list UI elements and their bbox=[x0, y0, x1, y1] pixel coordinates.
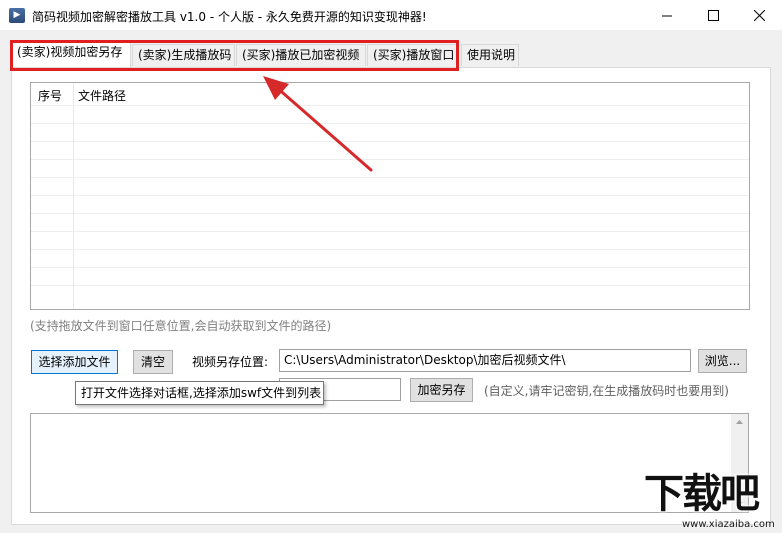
maximize-icon bbox=[708, 10, 719, 21]
annotation-arrow bbox=[263, 76, 373, 172]
minimize-button[interactable] bbox=[644, 0, 690, 31]
scroll-up-icon[interactable] bbox=[731, 414, 748, 431]
tab-help[interactable]: 使用说明 bbox=[461, 44, 519, 66]
column-header-index[interactable]: 序号 bbox=[38, 87, 62, 104]
watermark-logo: 下载吧 bbox=[644, 471, 760, 517]
password-hint: (自定义,请牢记密钥,在生成播放码时也要用到) bbox=[484, 384, 729, 398]
minimize-icon bbox=[662, 15, 672, 17]
watermark: 下载吧 www.xiazaiba.com bbox=[640, 470, 782, 533]
row-line bbox=[31, 123, 749, 124]
tab-encrypt-save[interactable]: (卖家)视频加密另存 bbox=[11, 40, 131, 67]
tab-generate-code[interactable]: (卖家)生成播放码 bbox=[132, 44, 235, 66]
app-icon: ▶ bbox=[9, 8, 25, 23]
title-bar: ▶ 简码视频加密解密播放工具 v1.0 - 个人版 - 永久免费开源的知识变现神… bbox=[0, 0, 782, 31]
tab-strip: (卖家)视频加密另存 (卖家)生成播放码 (买家)播放已加密视频 (买家)播放窗… bbox=[11, 40, 531, 68]
close-button[interactable] bbox=[736, 0, 782, 31]
row-line bbox=[31, 141, 749, 142]
column-header-path[interactable]: 文件路径 bbox=[78, 87, 126, 104]
watermark-url: www.xiazaiba.com bbox=[682, 519, 775, 530]
row-line bbox=[31, 159, 749, 160]
encrypt-save-button[interactable]: 加密另存 bbox=[410, 378, 473, 402]
add-file-button[interactable]: 选择添加文件 bbox=[31, 350, 118, 374]
save-location-input[interactable]: C:\Users\Administrator\Desktop\加密后视频文件\ bbox=[279, 349, 691, 372]
add-file-tooltip: 打开文件选择对话框,选择添加swf文件到列表 bbox=[75, 381, 324, 405]
drag-drop-hint: (支持拖放文件到窗口任意位置,会自动获取到文件的路径) bbox=[30, 319, 332, 333]
row-line bbox=[31, 195, 749, 196]
clear-button[interactable]: 清空 bbox=[133, 350, 173, 374]
column-separator bbox=[73, 83, 74, 309]
window-title: 简码视频加密解密播放工具 v1.0 - 个人版 - 永久免费开源的知识变现神器! bbox=[32, 10, 427, 24]
maximize-button[interactable] bbox=[690, 0, 736, 31]
close-icon bbox=[754, 10, 765, 21]
row-line bbox=[31, 267, 749, 268]
tab-player-window[interactable]: (买家)播放窗口 bbox=[367, 44, 459, 66]
row-line bbox=[31, 285, 749, 286]
save-location-label: 视频另存位置: bbox=[192, 355, 269, 369]
list-header: 序号 文件路径 bbox=[31, 83, 749, 105]
row-line bbox=[31, 213, 749, 214]
row-line bbox=[31, 105, 749, 106]
row-line bbox=[31, 249, 749, 250]
tab-play-encrypted[interactable]: (买家)播放已加密视频 bbox=[236, 44, 366, 66]
file-list[interactable]: 序号 文件路径 bbox=[30, 82, 750, 310]
browse-button[interactable]: 浏览... bbox=[698, 349, 747, 373]
row-line bbox=[31, 177, 749, 178]
row-line bbox=[31, 231, 749, 232]
